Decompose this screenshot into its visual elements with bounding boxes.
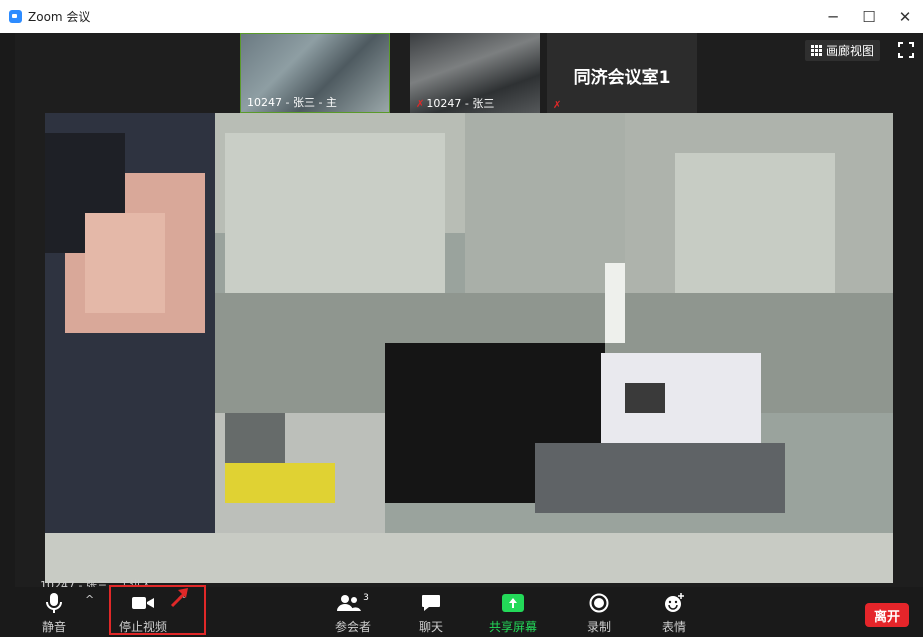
meeting-stage: 10247 - 张三 - 主 ✗ 10247 - 张三 同济会议室1 ✗ 画廊视图 xyxy=(15,33,923,587)
microphone-icon xyxy=(41,590,67,616)
participants-count: 3 xyxy=(363,593,369,603)
participant-thumbnail[interactable]: 同济会议室1 ✗ xyxy=(547,33,697,113)
share-screen-icon xyxy=(500,590,526,616)
video-frame xyxy=(45,113,893,583)
red-arrow-annotation-icon xyxy=(170,588,188,608)
minimize-button[interactable]: ─ xyxy=(815,0,851,33)
title-bar: Zoom 会议 ─ ☐ ✕ xyxy=(0,0,923,33)
leave-meeting-button[interactable]: 离开 xyxy=(865,603,909,627)
participant-name: 10247 - 张三 - 主 xyxy=(247,96,337,109)
chat-button[interactable]: 聊天 xyxy=(418,590,444,635)
participants-label: 参会者 xyxy=(334,620,371,634)
share-screen-button[interactable]: 共享屏幕 xyxy=(489,590,537,635)
zoom-logo-icon xyxy=(9,10,22,23)
participants-button[interactable]: 3 参会者 xyxy=(333,590,373,635)
participant-thumbnail[interactable]: ✗ 10247 - 张三 xyxy=(410,33,540,113)
fullscreen-icon[interactable] xyxy=(897,41,915,59)
participants-icon: 3 xyxy=(333,590,373,616)
window-controls: ─ ☐ ✕ xyxy=(815,0,923,33)
window-title: Zoom 会议 xyxy=(28,10,91,24)
share-screen-label: 共享屏幕 xyxy=(489,620,538,634)
audio-options-chevron-up-icon[interactable]: ^ xyxy=(85,593,94,606)
main-video xyxy=(45,113,893,583)
gallery-view-label: 画廊视图 xyxy=(825,44,874,58)
participant-name: ✗ 10247 - 张三 xyxy=(416,97,495,110)
reactions-label: 表情 xyxy=(661,620,686,634)
gallery-view-button[interactable]: 画廊视图 xyxy=(804,40,880,61)
record-button[interactable]: 录制 xyxy=(586,590,612,635)
maximize-button[interactable]: ☐ xyxy=(851,0,887,33)
chat-bubble-icon xyxy=(418,590,444,616)
mic-muted-icon: ✗ xyxy=(553,100,562,111)
participant-thumbnail[interactable]: 10247 - 张三 - 主 xyxy=(240,33,390,113)
record-icon xyxy=(586,590,612,616)
record-label: 录制 xyxy=(586,620,611,634)
mic-muted-icon: ✗ xyxy=(416,99,425,110)
room-name: 同济会议室1 xyxy=(573,68,671,88)
mute-button[interactable]: 静音 xyxy=(41,590,67,635)
reactions-button[interactable]: 表情 xyxy=(661,590,687,635)
close-button[interactable]: ✕ xyxy=(887,0,923,33)
chat-label: 聊天 xyxy=(418,620,443,634)
mute-label: 静音 xyxy=(41,620,66,634)
grid-icon xyxy=(810,45,822,56)
emoji-icon xyxy=(661,590,687,616)
